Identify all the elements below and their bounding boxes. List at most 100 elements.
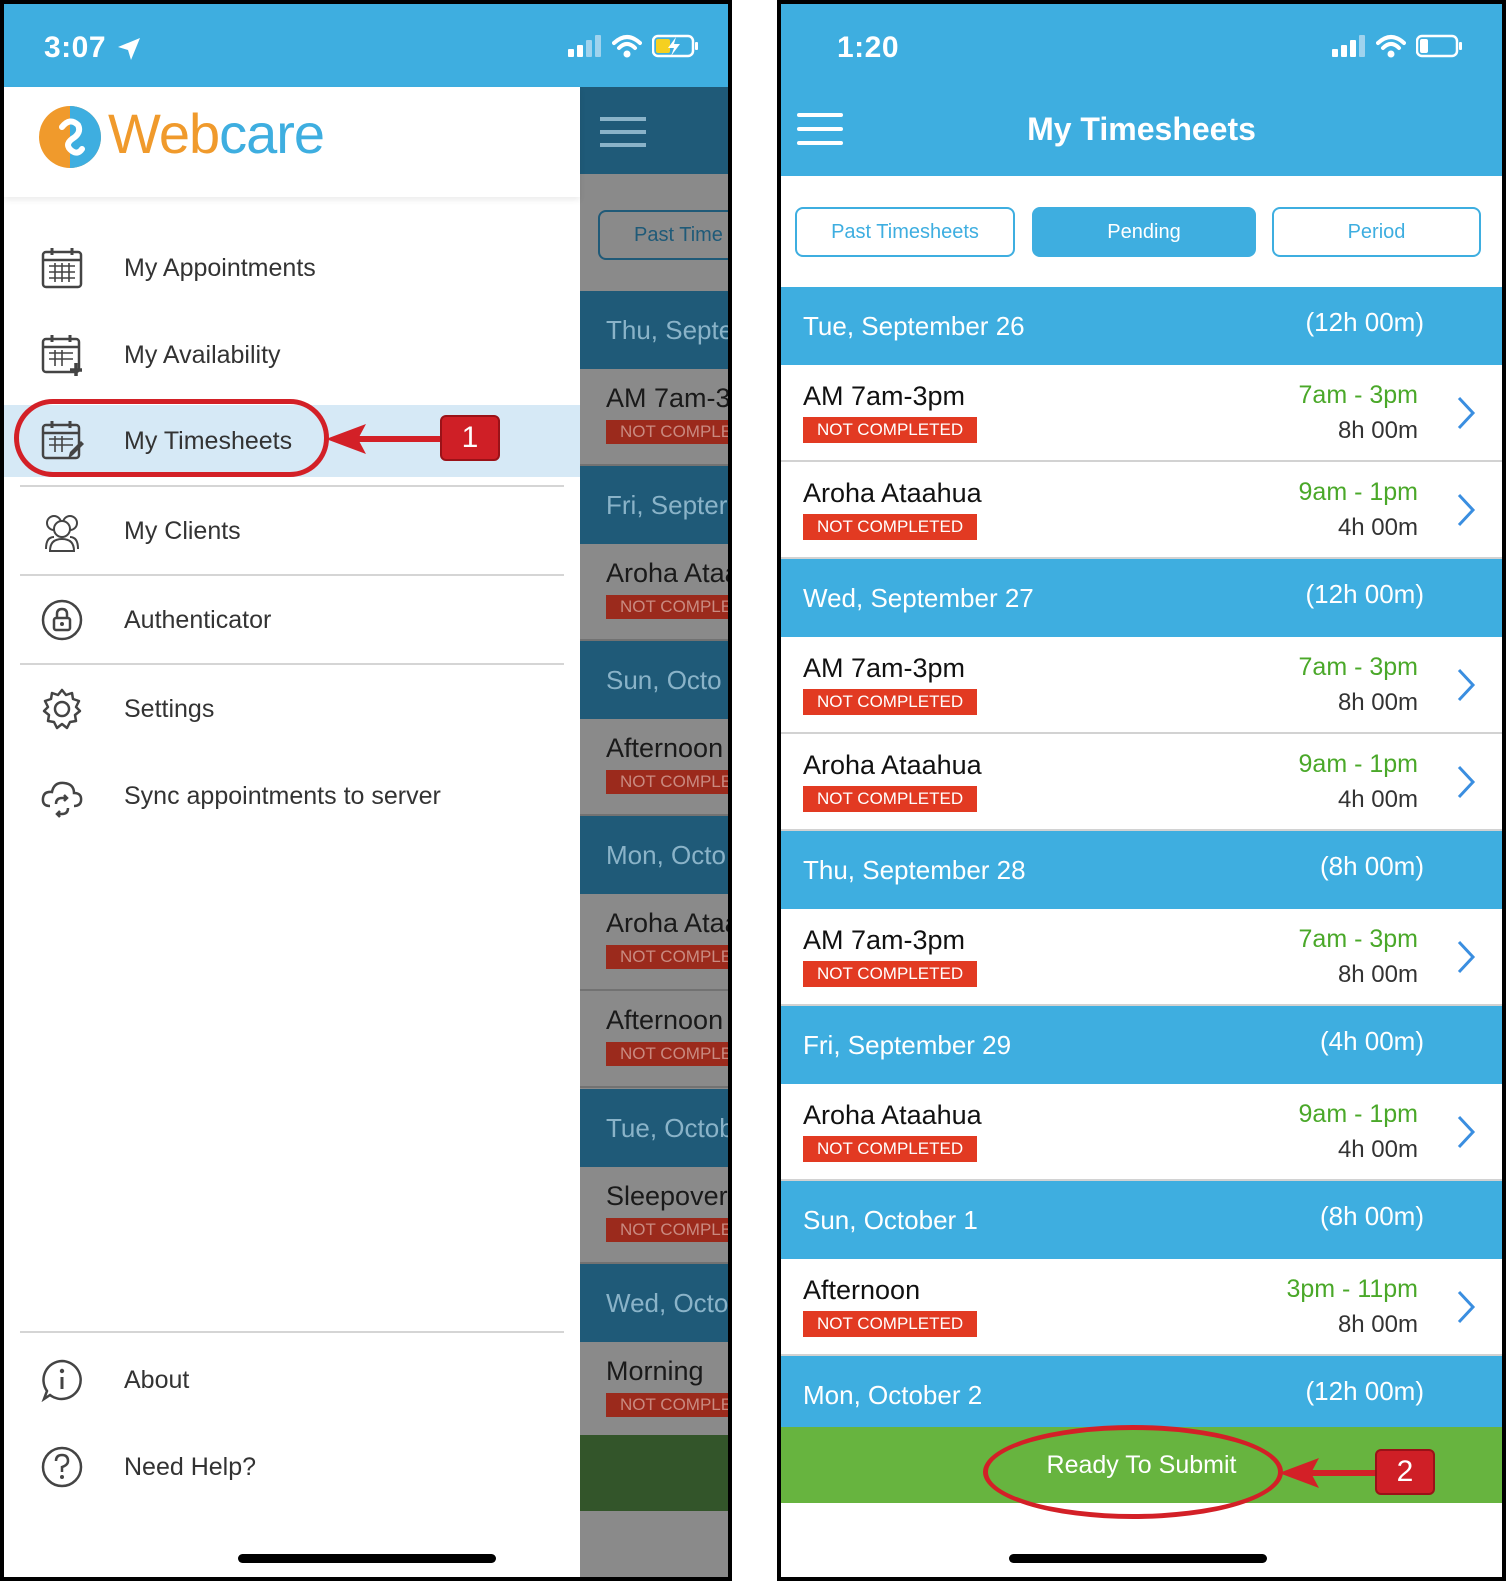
day-header: Fri, September 29 (4h 00m) <box>781 1006 1502 1084</box>
status-badge: NOT COMPLETED <box>803 961 978 987</box>
background-day-header: Sun, Octo <box>580 641 728 719</box>
battery-charging-icon <box>652 34 698 58</box>
menu-item-label: About <box>124 1365 190 1394</box>
annotation-badge: 1 <box>440 415 500 461</box>
tab-past-timesheets[interactable]: Past Timesheets <box>795 207 1015 257</box>
timesheet-row[interactable]: Aroha Ataahua NOT COMPLETED 9am - 1pm 4h… <box>781 1084 1502 1181</box>
background-app-dimmed: Past Time Thu, Septe AM 7am-3 NOT COMPLE … <box>580 87 728 1577</box>
background-list-item: Sleepover NOT COMPLE <box>580 1167 728 1264</box>
chevron-right-icon <box>1457 493 1476 527</box>
menu-item-settings[interactable]: Settings <box>4 673 580 745</box>
home-indicator <box>1009 1554 1267 1563</box>
status-badge: NOT COMPLETED <box>803 689 978 715</box>
timesheet-row[interactable]: AM 7am-3pm NOT COMPLETED 7am - 3pm 8h 00… <box>781 365 1502 462</box>
background-list-item: Aroha Ataa NOT COMPLE <box>580 544 728 641</box>
chevron-right-icon <box>1457 940 1476 974</box>
menu-item-label: Need Help? <box>124 1452 257 1481</box>
day-header: Wed, September 27 (12h 00m) <box>781 559 1502 637</box>
background-list-item: Afternoon NOT COMPLE <box>580 719 728 816</box>
annotation-highlight-oval <box>14 399 329 477</box>
status-icons <box>1332 34 1464 58</box>
timesheet-row[interactable]: AM 7am-3pm NOT COMPLETED 7am - 3pm 8h 00… <box>781 637 1502 734</box>
status-badge: NOT COMPLETED <box>803 786 978 812</box>
status-badge: NOT COMPLETED <box>803 1136 978 1162</box>
background-day-header: Fri, Septer <box>580 466 728 544</box>
page-title: My Timesheets <box>1027 111 1256 147</box>
webcare-logo-icon <box>39 106 101 168</box>
menu-item-my-appointments[interactable]: My Appointments <box>4 232 580 304</box>
lock-icon <box>41 599 83 641</box>
navigation-bar: My Timesheets <box>781 87 1502 176</box>
annotation-badge: 2 <box>1375 1449 1435 1495</box>
webcare-logo-text: Webcare <box>108 102 325 165</box>
menu-item-label: Sync appointments to server <box>124 781 441 810</box>
background-list-item: Afternoon NOT COMPLE <box>580 991 728 1088</box>
menu-item-authenticator[interactable]: Authenticator <box>4 584 580 656</box>
background-day-header: Wed, Octo <box>580 1264 728 1342</box>
menu-divider <box>20 1331 564 1333</box>
menu-item-label: Settings <box>124 694 215 723</box>
navigation-drawer: Webcare My Appointments My Availability … <box>4 87 580 1577</box>
status-bar: 3:07 <box>4 4 728 87</box>
chevron-right-icon <box>1457 765 1476 799</box>
menu-item-need-help[interactable]: Need Help? <box>4 1431 580 1503</box>
background-tab-past: Past Time <box>598 210 728 260</box>
timesheet-row[interactable]: AM 7am-3pm NOT COMPLETED 7am - 3pm 8h 00… <box>781 909 1502 1006</box>
menu-divider <box>20 485 564 487</box>
menu-item-about[interactable]: About <box>4 1344 580 1416</box>
menu-divider <box>20 574 564 576</box>
annotation-highlight-oval <box>983 1425 1283 1519</box>
menu-item-label: My Appointments <box>124 253 316 282</box>
timesheet-list: Tue, September 26 (12h 00m) AM 7am-3pm NO… <box>781 287 1502 1577</box>
drawer-header: Webcare <box>4 87 580 197</box>
day-header: Tue, September 26 (12h 00m) <box>781 287 1502 365</box>
chevron-right-icon <box>1457 1290 1476 1324</box>
signal-icon <box>568 35 601 57</box>
timesheet-row[interactable]: Aroha Ataahua NOT COMPLETED 9am - 1pm 4h… <box>781 462 1502 559</box>
status-icons <box>568 34 700 58</box>
background-day-header: Mon, Octo <box>580 816 728 894</box>
help-icon <box>41 1446 83 1488</box>
battery-icon <box>1416 34 1462 58</box>
gear-icon <box>42 688 82 730</box>
status-time: 1:20 <box>837 31 900 64</box>
tab-pending[interactable]: Pending <box>1032 207 1256 257</box>
day-header: Mon, October 2 (12h 00m) <box>781 1356 1502 1434</box>
background-day-header: Tue, Octob <box>580 1089 728 1167</box>
background-list-item: Aroha Ataa NOT COMPLE <box>580 894 728 991</box>
calendar-icon <box>41 248 83 289</box>
wifi-icon <box>612 35 642 58</box>
menu-divider <box>20 663 564 665</box>
hamburger-icon <box>600 117 646 147</box>
background-list-item: Morning NOT COMPLE <box>580 1342 728 1439</box>
timesheet-row[interactable]: Afternoon NOT COMPLETED 3pm - 11pm 8h 00… <box>781 1259 1502 1356</box>
background-header <box>580 87 728 174</box>
chevron-right-icon <box>1457 396 1476 430</box>
menu-item-my-availability[interactable]: My Availability <box>4 319 580 391</box>
status-time: 3:07 <box>44 31 107 64</box>
location-arrow-icon <box>118 38 140 60</box>
signal-icon <box>1332 35 1365 57</box>
chevron-right-icon <box>1457 668 1476 702</box>
annotation-arrow-icon <box>326 424 444 454</box>
day-header: Sun, October 1 (8h 00m) <box>781 1181 1502 1259</box>
annotation-arrow-icon <box>1279 1458 1379 1488</box>
users-icon <box>45 515 79 552</box>
status-badge: NOT COMPLETED <box>803 514 978 540</box>
menu-item-my-clients[interactable]: My Clients <box>4 495 580 567</box>
cloud-sync-icon <box>41 781 83 818</box>
menu-item-sync-appointments[interactable]: Sync appointments to server <box>4 760 580 832</box>
timesheet-row[interactable]: Aroha Ataahua NOT COMPLETED 9am - 1pm 4h… <box>781 734 1502 831</box>
background-submit-bar <box>580 1435 728 1511</box>
background-day-header: Thu, Septe <box>580 291 728 369</box>
menu-item-label: My Clients <box>124 516 241 545</box>
status-badge: NOT COMPLETED <box>803 1311 978 1337</box>
info-icon <box>41 1359 82 1402</box>
segmented-tabs: Past Timesheets Pending Period <box>781 176 1502 287</box>
wifi-icon <box>1376 35 1406 58</box>
menu-item-label: Authenticator <box>124 605 272 634</box>
left-phone-screen: 3:07 Past Time Thu, Septe AM 7am-3 NOT C… <box>0 0 732 1581</box>
menu-item-label: My Availability <box>124 340 281 369</box>
tab-period[interactable]: Period <box>1272 207 1481 257</box>
status-badge: NOT COMPLETED <box>803 417 978 443</box>
